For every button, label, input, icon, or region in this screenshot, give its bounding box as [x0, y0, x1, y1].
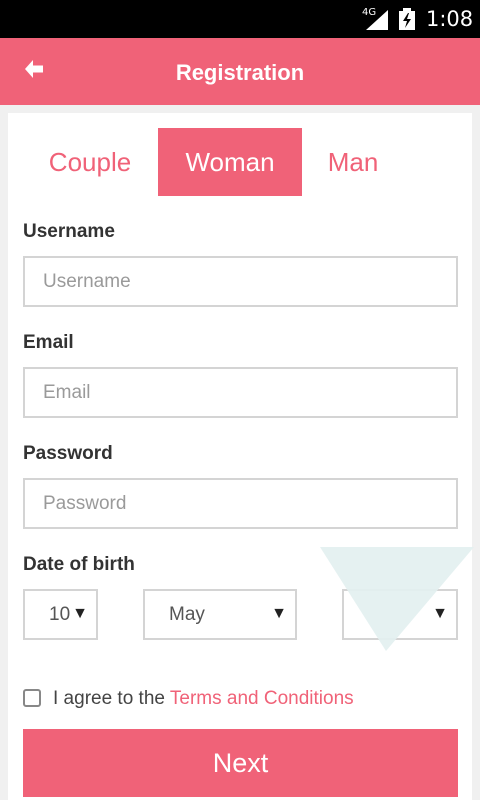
tab-couple[interactable]: Couple	[38, 128, 142, 196]
terms-link[interactable]: Terms and Conditions	[170, 688, 354, 709]
tab-man[interactable]: Man	[318, 128, 388, 196]
next-button[interactable]: Next	[23, 729, 458, 797]
terms-text: I agree to the Terms and Conditions	[53, 688, 354, 709]
day-value: 10	[49, 604, 71, 625]
clock: 1:08	[426, 7, 474, 31]
signal-icon	[366, 10, 388, 30]
day-select[interactable]: 10 ▼	[23, 589, 98, 640]
terms-checkbox[interactable]	[23, 689, 41, 707]
triangle-overlay	[320, 547, 474, 651]
password-label: Password	[23, 443, 113, 464]
tab-woman[interactable]: Woman	[158, 128, 302, 196]
page-title: Registration	[175, 60, 305, 85]
username-input[interactable]	[23, 256, 458, 307]
battery-charging-icon	[399, 8, 415, 30]
email-label: Email	[23, 332, 74, 353]
password-input[interactable]	[23, 478, 458, 529]
status-bar: 4G 1:08	[0, 0, 480, 38]
dropdown-arrow-icon: ▼	[72, 605, 88, 622]
terms-agreement: I agree to the Terms and Conditions	[23, 688, 463, 712]
username-label: Username	[23, 221, 115, 242]
month-value: May	[169, 604, 205, 625]
dob-label: Date of birth	[23, 554, 135, 575]
dropdown-arrow-icon: ▼	[271, 605, 287, 622]
email-input[interactable]	[23, 367, 458, 418]
gender-tabs: Couple Woman Man	[22, 128, 457, 196]
app-bar: Registration	[0, 38, 480, 105]
month-select[interactable]: May ▼	[143, 589, 297, 640]
